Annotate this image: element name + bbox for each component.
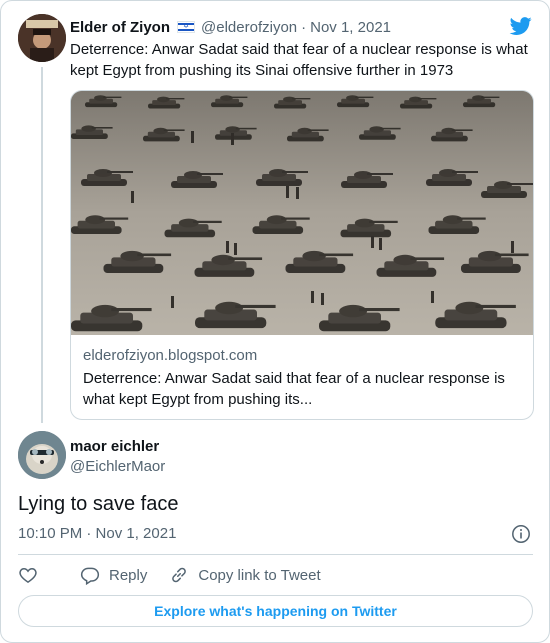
info-icon[interactable] xyxy=(511,524,531,544)
heart-icon xyxy=(19,567,37,583)
link-title: Deterrence: Anwar Sadat said that fear o… xyxy=(83,370,505,408)
reply-label: Reply xyxy=(109,566,148,584)
actions-divider xyxy=(18,554,533,555)
reply-icon xyxy=(80,567,100,585)
like-button[interactable] xyxy=(18,565,47,585)
twitter-bird-icon[interactable] xyxy=(509,15,533,37)
tweet-timestamp[interactable]: 10:10 PM · Nov 1, 2021 xyxy=(18,524,176,544)
explore-twitter-button[interactable]: Explore what's happening on Twitter xyxy=(18,595,533,627)
thread-connector-line xyxy=(41,67,43,423)
quoted-tweet-header: Elder of Ziyon ✡ @elderofziyon · Nov 1, … xyxy=(70,17,391,37)
link-preview-card[interactable]: elderofziyon.blogspot.com Deterrence: An… xyxy=(70,90,534,420)
elderofziyon-avatar[interactable] xyxy=(18,14,66,62)
link-domain: elderofziyon.blogspot.com xyxy=(83,347,258,364)
tweet-author-name[interactable]: maor eichler xyxy=(70,437,159,457)
quoted-tweet-text: Deterrence: Anwar Sadat said that fear o… xyxy=(70,41,528,79)
copy-link-button[interactable]: Copy link to Tweet xyxy=(169,565,321,585)
link-preview-image xyxy=(71,91,533,335)
tweet-author-handle[interactable]: @EichlerMaor xyxy=(70,457,165,477)
copy-link-label: Copy link to Tweet xyxy=(198,566,321,584)
reply-button[interactable]: Reply xyxy=(80,565,147,585)
israel-flag-icon: ✡ xyxy=(177,21,196,33)
embedded-tweet-card: Elder of Ziyon ✡ @elderofziyon · Nov 1, … xyxy=(0,0,550,643)
header-separator: · xyxy=(301,18,307,36)
tweet-text: Lying to save face xyxy=(18,493,179,515)
quoted-author-name[interactable]: Elder of Ziyon xyxy=(70,19,170,36)
link-icon xyxy=(172,567,187,583)
tweet-actions-bar: Reply Copy link to Tweet xyxy=(18,563,321,587)
link-preview-meta: elderofziyon.blogspot.com Deterrence: An… xyxy=(83,346,523,410)
quoted-author-handle[interactable]: @elderofziyon xyxy=(201,19,297,36)
eichlermaor-avatar[interactable] xyxy=(18,431,66,479)
quoted-tweet-date[interactable]: Nov 1, 2021 xyxy=(310,19,391,36)
